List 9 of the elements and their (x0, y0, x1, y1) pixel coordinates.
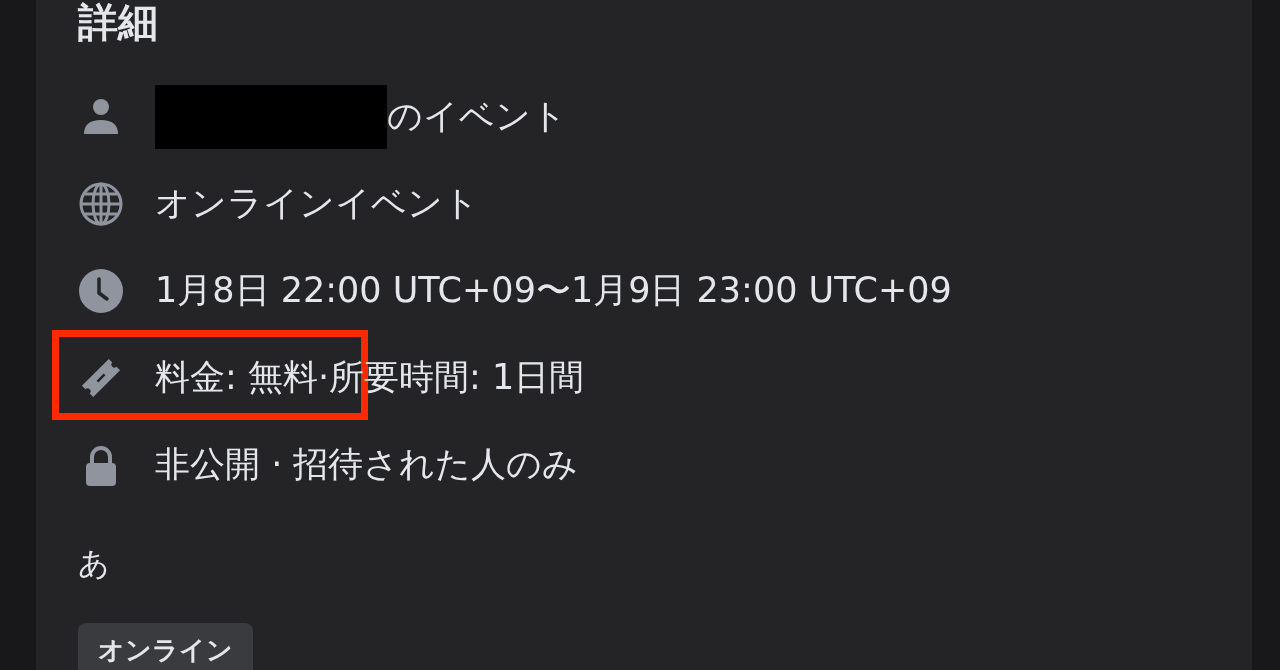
detail-text: のイベント (387, 95, 567, 138)
tag-chip: オンライン (78, 623, 253, 670)
section-title: 詳細 (78, 0, 159, 44)
detail-text: 1月8日 22:00 UTC+09〜1月9日 23:00 UTC+09 (155, 269, 952, 312)
clock-icon (78, 267, 124, 314)
description-text: あ (78, 544, 111, 583)
globe-icon (78, 180, 124, 227)
detail-text: オンラインイベント (155, 182, 479, 225)
detail-text: 非公開 · 招待された人のみ (155, 443, 579, 486)
